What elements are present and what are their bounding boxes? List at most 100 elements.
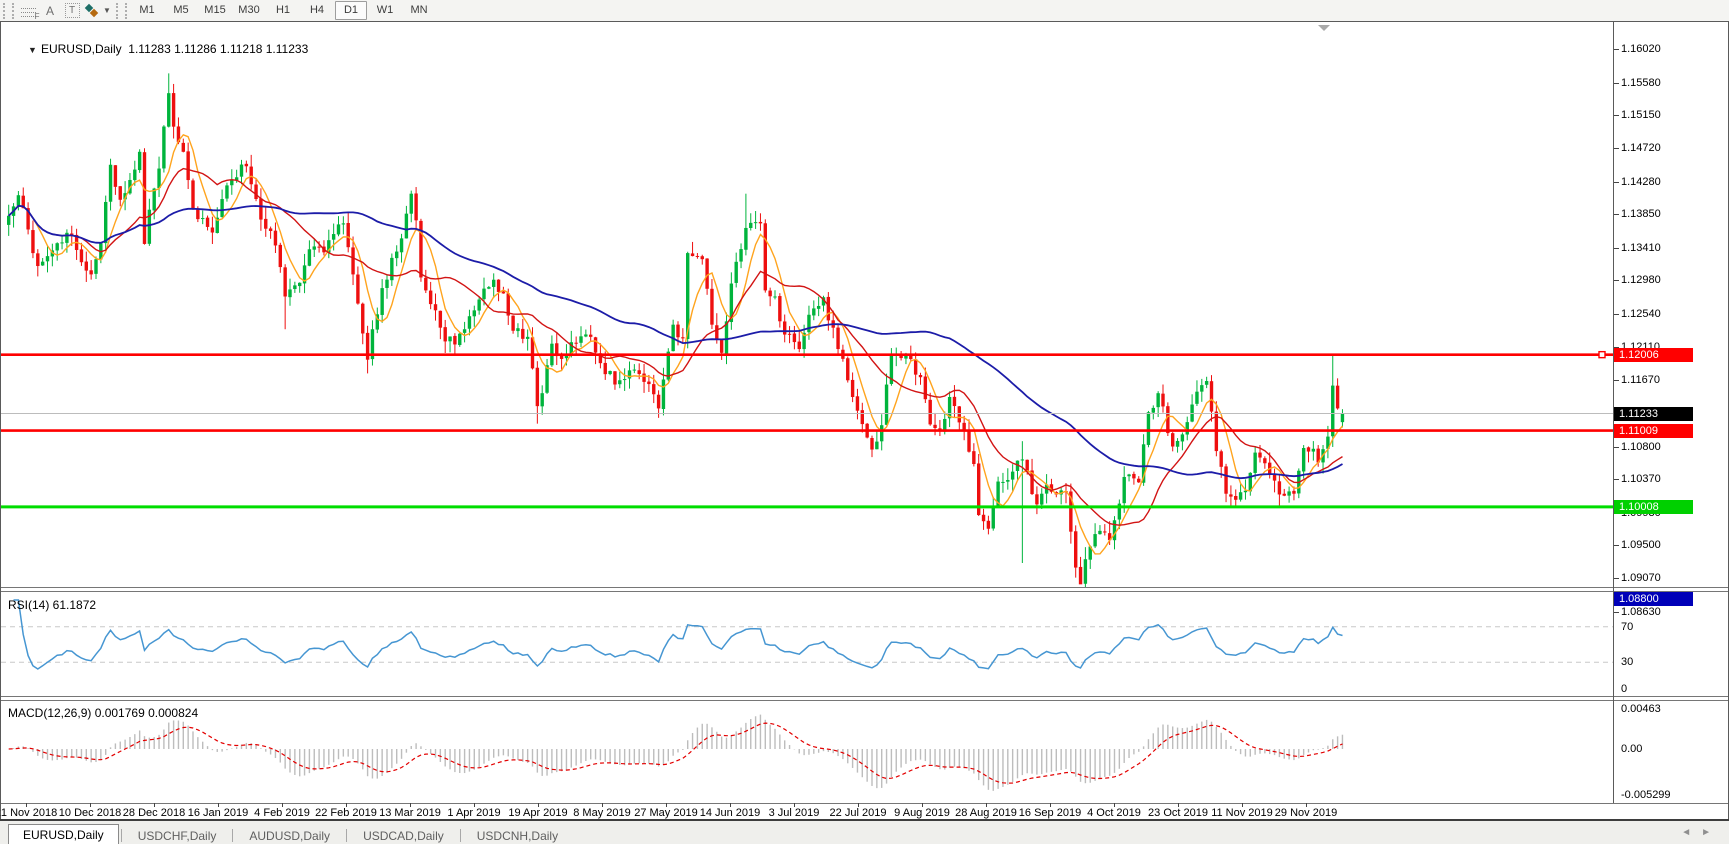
- price-badge-1.08800: 1.08800: [1614, 591, 1693, 606]
- fibo-lines-tool-icon[interactable]: F: [17, 2, 40, 21]
- tab-divider: [346, 829, 348, 842]
- y-axis-tick-mark: [1614, 380, 1619, 382]
- pane-splitter[interactable]: [1, 587, 1728, 588]
- x-axis-label: 11 Nov 2019: [1211, 807, 1273, 819]
- x-axis-label: 28 Dec 2018: [122, 807, 186, 819]
- x-axis-label: 22 Jul 2019: [829, 807, 887, 819]
- timeframe-button-m1[interactable]: M1: [131, 1, 163, 20]
- ohlc-values: 1.11283 1.11286 1.11218 1.11233: [128, 42, 309, 56]
- x-axis-label: 3 Jul 2019: [768, 807, 820, 819]
- y-axis-tick: 1.11670: [1621, 374, 1660, 387]
- y-axis-tick: 1.15580: [1621, 76, 1661, 89]
- timeframe-button-d1[interactable]: D1: [335, 1, 367, 20]
- tab-scroll-buttons: ◄►: [1681, 827, 1721, 838]
- y-axis-tick-mark: [1614, 611, 1619, 613]
- chart-tab-usdcnh[interactable]: USDCNH,Daily: [463, 826, 572, 844]
- chart-tab-usdchf[interactable]: USDCHF,Daily: [124, 826, 231, 844]
- timeframe-button-h1[interactable]: H1: [267, 1, 299, 20]
- timeframe-button-w1[interactable]: W1: [369, 1, 401, 20]
- price-badge-1.10008: 1.10008: [1614, 499, 1693, 514]
- rsi-axis-tick: 70: [1621, 620, 1634, 633]
- chart-tab-usdcad[interactable]: USDCAD,Daily: [349, 826, 458, 844]
- x-axis-label: 9 Aug 2019: [894, 807, 950, 819]
- toolbar: F A T ▼ M1 M5 M15 M30 H1 H4 D1 W1 MN: [0, 0, 1729, 22]
- macd-axis-tick: 0.00463: [1621, 703, 1661, 715]
- font-tool-icon[interactable]: A: [39, 2, 61, 20]
- chart-legend: ▼ EURUSD,Daily 1.11283 1.11286 1.11218 1.…: [8, 28, 308, 70]
- tab-divider: [459, 829, 461, 842]
- y-axis-tick: 1.10370: [1621, 473, 1661, 486]
- y-axis-tick: 1.14280: [1621, 175, 1661, 188]
- y-axis-tick: 1.10800: [1621, 440, 1661, 453]
- y-axis-tick-mark: [1614, 446, 1619, 448]
- x-axis-label: 29 Nov 2019: [1274, 807, 1338, 819]
- tab-divider: [120, 829, 122, 842]
- timeframe-button-m30[interactable]: M30: [233, 1, 265, 20]
- text-label-tool-icon[interactable]: T: [61, 2, 83, 20]
- price-badge-1.12006: 1.12006: [1614, 347, 1693, 362]
- y-axis-tick-mark: [1614, 578, 1619, 580]
- macd-axis-tick: -0.005299: [1621, 788, 1671, 801]
- time-axis-border: [1, 803, 1728, 804]
- y-axis-tick: 1.16020: [1621, 43, 1661, 55]
- chart-tab-bar: EURUSD,Daily USDCHF,Daily AUDUSD,Daily USDC…: [0, 819, 1729, 844]
- rsi-pane[interactable]: [1, 592, 1613, 696]
- y-axis-tick: 1.14720: [1621, 141, 1661, 154]
- y-axis-tick: 1.08630: [1621, 605, 1661, 618]
- diamonds-icon: [84, 3, 101, 18]
- y-axis-tick-mark: [1614, 181, 1619, 183]
- x-axis-label: 27 May 2019: [634, 807, 698, 819]
- pane-splitter[interactable]: [1, 696, 1728, 697]
- y-axis-tick: 1.13410: [1621, 241, 1661, 254]
- timeframe-button-h4[interactable]: H4: [301, 1, 333, 20]
- y-axis-tick-mark: [1614, 545, 1619, 547]
- y-axis-tick: 1.12540: [1621, 308, 1661, 320]
- tab-scroll-right-icon[interactable]: ►: [1701, 827, 1721, 838]
- toolbar-grip[interactable]: [3, 2, 14, 19]
- timeframe-button-mn[interactable]: MN: [403, 1, 435, 20]
- timeframe-button-m5[interactable]: M5: [165, 1, 197, 20]
- arrow-style-tool-icon[interactable]: ▼: [83, 2, 113, 20]
- toolbar-grip[interactable]: [116, 2, 127, 19]
- y-axis-tick-mark: [1614, 314, 1619, 315]
- chart-tab-eurusd[interactable]: EURUSD,Daily: [8, 824, 119, 844]
- y-axis-tick: 1.09500: [1621, 539, 1661, 552]
- y-axis-tick-mark: [1614, 82, 1619, 84]
- rsi-axis-tick: 30: [1621, 656, 1634, 669]
- timeframe-group: M1 M5 M15 M30 H1 H4 D1 W1 MN: [130, 1, 436, 20]
- x-axis-label: 14 Jun 2019: [699, 807, 761, 819]
- y-axis-tick-mark: [1614, 49, 1619, 50]
- y-axis-tick-mark: [1614, 280, 1619, 282]
- y-axis-tick-mark: [1614, 479, 1619, 481]
- y-axis-tick-mark: [1614, 147, 1619, 149]
- x-axis-label: 4 Feb 2019: [254, 807, 310, 819]
- tab-scroll-left-icon[interactable]: ◄: [1681, 827, 1701, 838]
- chart-window[interactable]: ▼ EURUSD,Daily 1.11283 1.11286 1.11218 1.…: [0, 21, 1729, 820]
- x-axis-label: 1 Apr 2019: [447, 807, 501, 819]
- y-axis-tick: 1.15150: [1621, 109, 1661, 122]
- price-badge-1.11233: 1.11233: [1614, 406, 1693, 421]
- rsi-label: RSI(14) 61.1872: [8, 598, 97, 612]
- chevron-down-icon: ▼: [103, 6, 111, 15]
- collapse-arrow-icon[interactable]: ▼: [28, 45, 37, 55]
- y-axis-tick: 1.12980: [1621, 274, 1661, 287]
- tab-divider: [232, 829, 234, 842]
- x-axis-label: 19 Apr 2019: [508, 807, 568, 819]
- chart-tab-audusd[interactable]: AUDUSD,Daily: [235, 826, 344, 844]
- macd-label: MACD(12,26,9) 0.001769 0.000824: [8, 706, 199, 720]
- x-axis-label: 16 Sep 2019: [1018, 807, 1082, 819]
- x-axis-label: 10 Dec 2018: [58, 807, 122, 819]
- dotted-lines-icon: F: [20, 5, 40, 21]
- price-badge-1.11009: 1.11009: [1614, 423, 1693, 438]
- x-axis-label: 8 May 2019: [573, 807, 631, 819]
- y-axis-tick-mark: [1614, 214, 1619, 216]
- rsi-axis-tick: 0: [1621, 683, 1628, 695]
- y-axis-tick: 1.13850: [1621, 208, 1661, 221]
- timeframe-button-m15[interactable]: M15: [199, 1, 231, 20]
- x-axis-label: 23 Oct 2019: [1148, 807, 1208, 819]
- x-axis-label: 4 Oct 2019: [1087, 807, 1141, 819]
- mt4-terminal: F A T ▼ M1 M5 M15 M30 H1 H4 D1 W1 MN ▼ EURUSD,Dai…: [0, 0, 1729, 844]
- y-axis-tick-mark: [1614, 115, 1619, 117]
- main-price-chart[interactable]: [1, 22, 1613, 588]
- macd-pane[interactable]: [1, 701, 1613, 803]
